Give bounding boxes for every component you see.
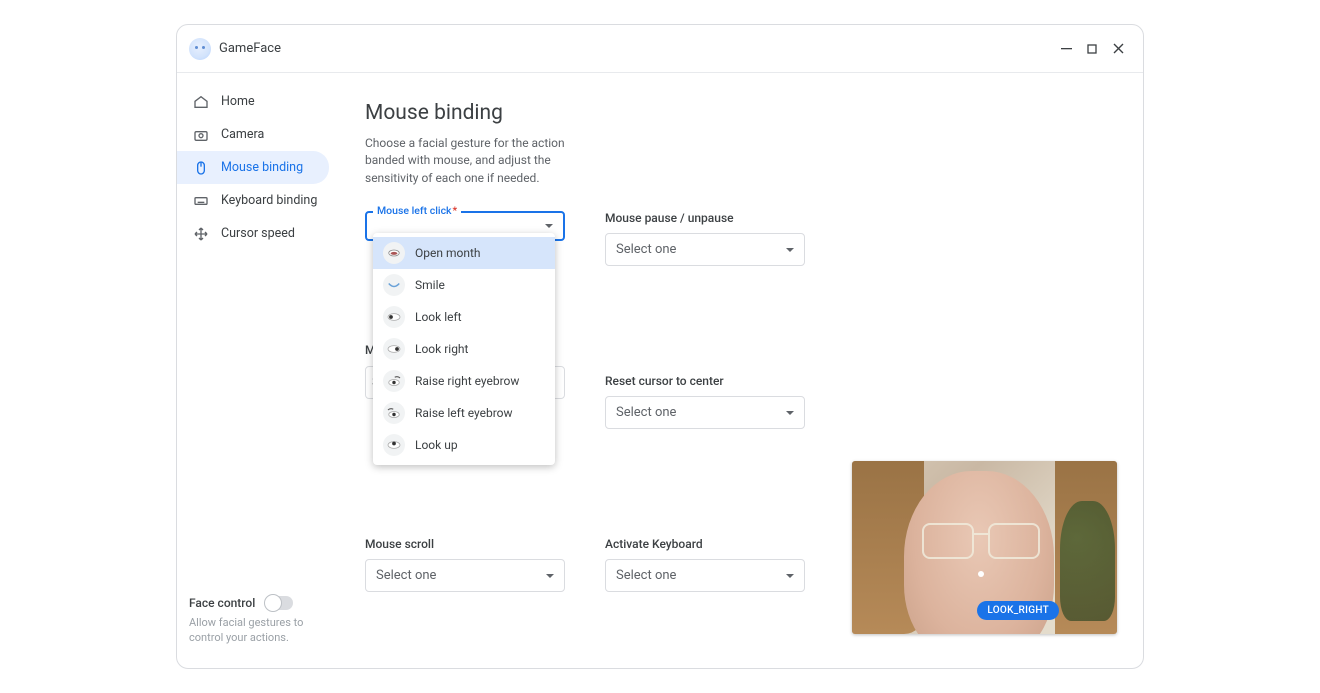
app-window: GameFace Home Camera [176,24,1144,669]
reset-cursor-select[interactable]: Select one [605,396,805,429]
sidebar-item-cursor-speed[interactable]: Cursor speed [177,217,329,250]
sidebar-footer: Face control Allow facial gestures to co… [189,596,339,646]
sidebar-item-camera[interactable]: Camera [177,118,329,151]
activate-keyboard-label: Activate Keyboard [605,537,805,551]
keyboard-icon [193,193,209,209]
mouse-scroll-select[interactable]: Select one [365,559,565,592]
dropdown-option-look-left[interactable]: Look left [373,301,555,333]
face-control-label: Face control [189,596,255,610]
dropdown-option-smile[interactable]: Smile [373,269,555,301]
dropdown-option-open-mouth[interactable]: Open month [373,237,555,269]
cursor-dot-icon [978,571,984,577]
dropdown-option-label: Smile [415,278,445,292]
look-left-icon [383,306,405,328]
sidebar-item-label: Camera [221,127,264,142]
activate-keyboard-select[interactable]: Select one [605,559,805,592]
raise-left-eyebrow-icon [383,402,405,424]
sidebar-item-label: Cursor speed [221,226,295,241]
look-right-icon [383,338,405,360]
dropdown-option-raise-right-eyebrow[interactable]: Raise right eyebrow [373,365,555,397]
mouse-left-click-label: Mouse left click* [373,204,461,217]
home-icon [193,94,209,110]
glasses-icon [922,523,1040,559]
dropdown-option-label: Look up [415,438,458,452]
field-activate-keyboard: Activate Keyboard Select one [605,537,805,592]
face-control-description: Allow facial gestures to control your ac… [189,616,339,646]
camera-icon [193,127,209,143]
chevron-down-icon [786,574,794,578]
mouse-scroll-label: Mouse scroll [365,537,565,551]
dropdown-option-label: Look right [415,342,468,356]
maximize-button[interactable] [1079,36,1105,62]
camera-preview: LOOK_RIGHT [852,461,1117,634]
reset-cursor-label: Reset cursor to center [605,374,805,388]
page-description: Choose a facial gesture for the action b… [365,135,595,187]
smile-icon [383,274,405,296]
dropdown-option-label: Open month [415,246,481,260]
raise-right-eyebrow-icon [383,370,405,392]
dropdown-option-look-right[interactable]: Look right [373,333,555,365]
sidebar-item-label: Keyboard binding [221,193,317,208]
app-title: GameFace [219,41,281,56]
app-logo-icon [189,38,211,60]
dropdown-option-raise-left-eyebrow[interactable]: Raise left eyebrow [373,397,555,429]
gesture-badge: LOOK_RIGHT [977,601,1059,620]
field-mouse-scroll: Mouse scroll Select one [365,537,565,592]
sidebar-item-label: Home [221,94,255,109]
close-button[interactable] [1105,36,1131,62]
dropdown-option-look-up[interactable]: Look up [373,429,555,461]
gesture-dropdown: Open month Smile Look left Look rig [373,233,555,465]
open-mouth-icon [383,242,405,264]
chevron-down-icon [786,248,794,252]
sidebar: Home Camera Mouse binding Keyboard bindi… [177,73,341,668]
minimize-button[interactable] [1053,36,1079,62]
sidebar-item-home[interactable]: Home [177,85,329,118]
chevron-down-icon [545,224,553,228]
dropdown-option-label: Raise right eyebrow [415,374,519,388]
page-title: Mouse binding [365,101,1119,125]
mouse-pause-select[interactable]: Select one [605,233,805,266]
chevron-down-icon [786,411,794,415]
look-up-icon [383,434,405,456]
dropdown-option-label: Raise left eyebrow [415,406,513,420]
field-mouse-left-click: Mouse left click* M S Open month [365,211,565,266]
mouse-pause-label: Mouse pause / unpause [605,211,805,225]
sidebar-item-mouse-binding[interactable]: Mouse binding [177,151,329,184]
sidebar-item-keyboard-binding[interactable]: Keyboard binding [177,184,329,217]
chevron-down-icon [546,574,554,578]
sidebar-item-label: Mouse binding [221,160,303,175]
titlebar: GameFace [177,25,1143,73]
dropdown-option-label: Look left [415,310,462,324]
field-mouse-pause: Mouse pause / unpause Select one [605,211,805,266]
field-reset-cursor: Reset cursor to center Select one [605,374,805,429]
move-icon [193,226,209,242]
face-control-toggle[interactable] [265,596,293,610]
mouse-icon [193,160,209,176]
